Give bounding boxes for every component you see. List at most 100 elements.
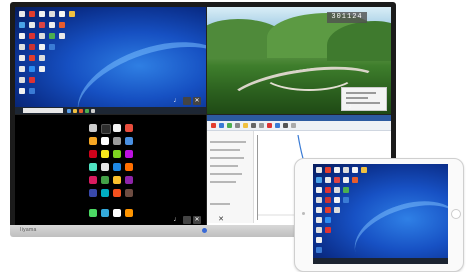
- grid-icon[interactable]: [183, 216, 191, 224]
- app-icon[interactable]: [89, 137, 97, 145]
- app-icon[interactable]: [113, 163, 121, 171]
- desktop-icon[interactable]: [29, 88, 35, 94]
- desktop-icon[interactable]: [59, 33, 65, 39]
- desktop-icon[interactable]: [361, 167, 367, 173]
- app-icon[interactable]: [101, 189, 109, 197]
- desktop-icon[interactable]: [29, 22, 35, 28]
- taskbar-button[interactable]: [85, 108, 89, 113]
- app-icon[interactable]: [89, 176, 97, 184]
- app-icon[interactable]: [113, 176, 121, 184]
- landscape-wallpaper-quadrant[interactable]: 301124 ♩: [207, 7, 391, 114]
- desktop-icon[interactable]: [343, 167, 349, 173]
- desktop-icon[interactable]: [39, 33, 45, 39]
- desktop-icon[interactable]: [325, 167, 331, 173]
- toolbar-tool[interactable]: [219, 123, 224, 128]
- desktop-icon[interactable]: [59, 11, 65, 17]
- app-icon[interactable]: [101, 124, 111, 134]
- desktop-icon[interactable]: [69, 11, 75, 17]
- taskbar-button[interactable]: [91, 108, 95, 113]
- toolbar-tool[interactable]: [267, 123, 272, 128]
- toolbar-tool[interactable]: [235, 123, 240, 128]
- desktop-icon[interactable]: [19, 11, 25, 17]
- toolbar-tool[interactable]: [283, 123, 288, 128]
- app-icon[interactable]: [113, 150, 121, 158]
- app-icon[interactable]: [89, 150, 97, 158]
- app-icon[interactable]: [89, 189, 97, 197]
- desktop-icon[interactable]: [325, 207, 331, 213]
- app-icon[interactable]: [101, 163, 109, 171]
- desktop-icon[interactable]: [39, 55, 45, 61]
- tablet-screen[interactable]: [313, 164, 448, 264]
- close-icon[interactable]: ✕: [217, 216, 225, 224]
- speaker-icon[interactable]: ♩: [173, 97, 181, 105]
- app-icon[interactable]: [125, 150, 133, 158]
- tablet-taskbar[interactable]: [313, 258, 448, 264]
- close-icon[interactable]: ✕: [193, 216, 201, 224]
- desktop-icon[interactable]: [325, 217, 331, 223]
- toolbar-tool[interactable]: [227, 123, 232, 128]
- app-icon[interactable]: [101, 150, 109, 158]
- app-icon[interactable]: [113, 137, 121, 145]
- desktop-icon[interactable]: [325, 227, 331, 233]
- dock-app-icon[interactable]: [125, 209, 133, 217]
- toolbar-tool[interactable]: [243, 123, 248, 128]
- desktop-icon[interactable]: [19, 77, 25, 83]
- desktop-icon[interactable]: [334, 177, 340, 183]
- app-icon[interactable]: [101, 176, 109, 184]
- desktop-icon[interactable]: [352, 177, 358, 183]
- desktop-icon[interactable]: [29, 77, 35, 83]
- desktop-icon[interactable]: [334, 207, 340, 213]
- taskbar-button[interactable]: [73, 108, 77, 113]
- grid-icon[interactable]: [183, 97, 191, 105]
- desktop-icon[interactable]: [316, 237, 322, 243]
- desktop-icon[interactable]: [19, 22, 25, 28]
- desktop-icon[interactable]: [325, 187, 331, 193]
- phone-home-screen[interactable]: [85, 120, 140, 220]
- desktop-icon[interactable]: [316, 167, 322, 173]
- desktop-icon[interactable]: [334, 167, 340, 173]
- taskbar[interactable]: [15, 107, 206, 114]
- app-icon[interactable]: [125, 189, 133, 197]
- tablet-home-button[interactable]: [451, 209, 461, 219]
- toolbar-tool[interactable]: [275, 123, 280, 128]
- desktop-icon[interactable]: [39, 11, 45, 17]
- desktop-icon[interactable]: [49, 33, 55, 39]
- dock-app-icon[interactable]: [101, 209, 109, 217]
- desktop-icon[interactable]: [316, 207, 322, 213]
- taskbar-button[interactable]: [79, 108, 83, 113]
- desktop-icon[interactable]: [316, 247, 322, 253]
- desktop-icon[interactable]: [39, 44, 45, 50]
- desktop-icon[interactable]: [343, 187, 349, 193]
- desktop-icon[interactable]: [49, 11, 55, 17]
- desktop-icon[interactable]: [343, 197, 349, 203]
- desktop-icon[interactable]: [316, 187, 322, 193]
- app-icon[interactable]: [125, 137, 133, 145]
- phone-mirror-quadrant[interactable]: ♩ ✕: [15, 115, 206, 225]
- close-icon[interactable]: ✕: [193, 97, 201, 105]
- desktop-icon[interactable]: [325, 177, 331, 183]
- desktop-icon[interactable]: [325, 197, 331, 203]
- app-icon[interactable]: [89, 163, 97, 171]
- desktop-icon[interactable]: [316, 227, 322, 233]
- app-icon[interactable]: [113, 124, 121, 132]
- app-icon[interactable]: [89, 124, 97, 132]
- app-icon[interactable]: [125, 176, 133, 184]
- toolbar-tool[interactable]: [251, 123, 256, 128]
- desktop-icon[interactable]: [29, 33, 35, 39]
- desktop-icon[interactable]: [316, 177, 322, 183]
- speaker-icon[interactable]: ♩: [347, 103, 357, 111]
- desktop-icon[interactable]: [19, 44, 25, 50]
- desktop-icon[interactable]: [343, 177, 349, 183]
- app-icon[interactable]: [125, 163, 133, 171]
- data-panel[interactable]: [207, 131, 254, 223]
- toolbar-tool[interactable]: [259, 123, 264, 128]
- windows-desktop-quadrant[interactable]: ♩ ✕: [15, 7, 206, 114]
- speaker-icon[interactable]: ♩: [173, 216, 181, 224]
- desktop-icon[interactable]: [316, 217, 322, 223]
- desktop-icon[interactable]: [334, 197, 340, 203]
- desktop-icon[interactable]: [29, 11, 35, 17]
- desktop-icon[interactable]: [19, 88, 25, 94]
- toolbar-tool[interactable]: [291, 123, 296, 128]
- dock-app-icon[interactable]: [113, 209, 121, 217]
- desktop-icon[interactable]: [39, 66, 45, 72]
